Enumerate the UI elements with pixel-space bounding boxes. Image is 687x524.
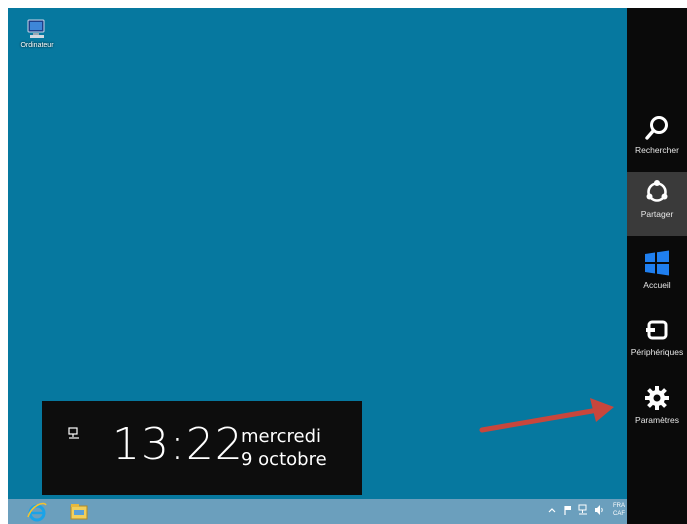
internet-explorer-icon <box>27 502 47 522</box>
charm-devices[interactable]: Périphériques <box>627 310 687 374</box>
computer-icon <box>27 19 45 38</box>
charm-share-label: Partager <box>640 209 674 219</box>
search-icon <box>645 116 668 140</box>
red-arrow-icon <box>479 398 614 433</box>
clock-day: mercredi <box>241 426 322 447</box>
charm-start-label: Accueil <box>643 280 671 290</box>
charm-settings-label: Paramètres <box>635 415 679 425</box>
chevron-up-icon[interactable] <box>548 504 556 516</box>
flag-icon[interactable] <box>563 504 573 516</box>
clock-overlay: 13:22 mercredi 9 octobre <box>42 401 362 495</box>
taskbar-explorer-button[interactable] <box>68 501 98 523</box>
clock-time: 13:22 <box>112 419 244 470</box>
network-icon <box>68 427 79 439</box>
windows-start-icon <box>645 250 669 276</box>
charm-settings[interactable]: Paramètres <box>627 378 687 442</box>
share-icon <box>646 180 668 202</box>
clock-date: 9 octobre <box>241 449 327 470</box>
network-icon[interactable] <box>578 504 588 516</box>
desktop-icon-computer[interactable]: Ordinateur <box>14 18 60 49</box>
devices-icon <box>646 320 668 340</box>
charm-start[interactable]: Accueil <box>627 243 687 307</box>
desktop-icon-label: Ordinateur <box>20 42 54 49</box>
charm-devices-label: Périphériques <box>630 347 684 357</box>
volume-icon[interactable] <box>594 504 604 516</box>
lang-line-1: FRA <box>613 503 625 509</box>
charm-share[interactable]: Partager <box>627 172 687 236</box>
gear-icon <box>645 386 669 410</box>
taskbar-ie-button[interactable] <box>26 501 56 523</box>
charms-bar: Rechercher Partager Accueil Périphérique… <box>627 8 687 524</box>
lang-line-2: CAF <box>613 511 625 517</box>
file-explorer-icon <box>70 504 88 520</box>
charm-search[interactable]: Rechercher <box>627 108 687 172</box>
desktop: Ordinateur 13:22 mercredi 9 octobre FRA … <box>8 8 687 524</box>
charm-search-label: Rechercher <box>635 145 679 155</box>
language-indicator[interactable]: FRA CAF <box>613 502 625 518</box>
taskbar: FRA CAF <box>8 499 627 524</box>
